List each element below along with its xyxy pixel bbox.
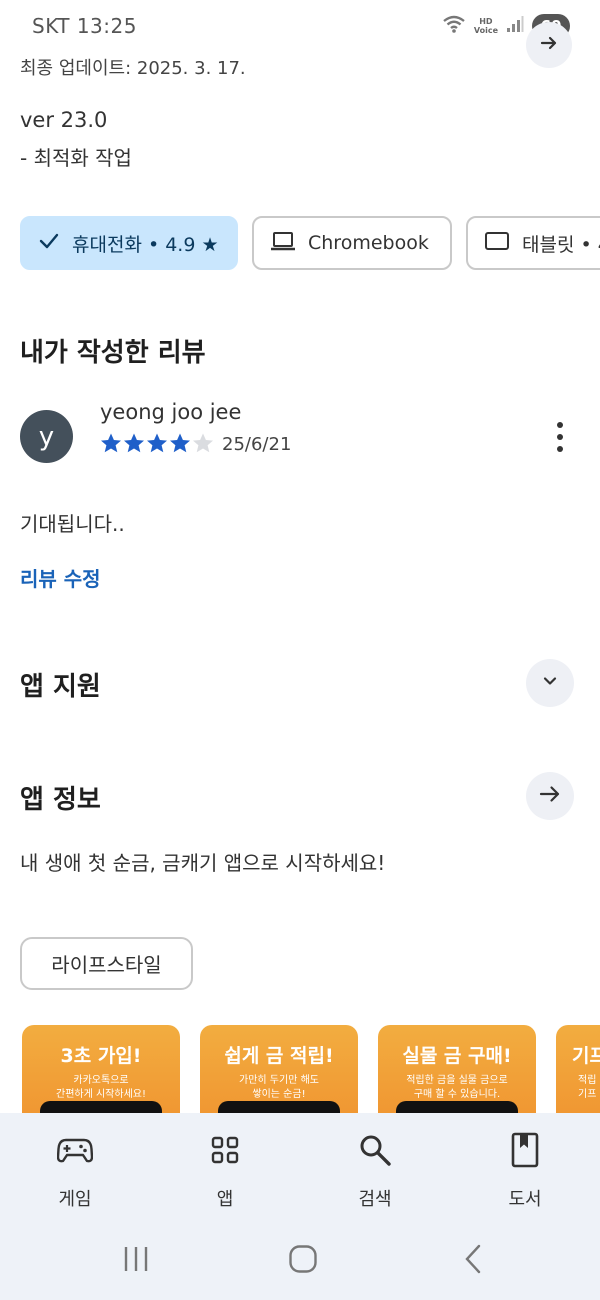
bottom-navigation: 게임 앱 검색 도서 — [0, 1113, 600, 1223]
arrow-right-icon — [538, 782, 562, 810]
screenshot-subtitle-line: 카카오톡으로 — [73, 1075, 129, 1086]
home-button[interactable] — [286, 1245, 320, 1277]
screenshot-subtitle-line: 적립 — [578, 1075, 597, 1086]
whats-new-arrow-button[interactable] — [526, 22, 572, 68]
back-button[interactable] — [458, 1244, 488, 1278]
review-text: 기대됩니다.. — [20, 512, 125, 536]
star-filled-icon — [100, 432, 122, 454]
screenshot-subtitle: 가만히 두기만 해도쌓이는 순금! — [200, 1074, 358, 1102]
screenshot-subtitle: 카카오톡으로간편하게 시작하세요! — [22, 1074, 180, 1102]
screenshot-title: 실물 금 구매! — [402, 1045, 512, 1067]
check-icon — [38, 230, 60, 257]
chip-phone-label: 휴대전화 • 4.9 ★ — [72, 233, 219, 256]
screenshot-subtitle-line: 적립한 금을 실물 금으로 — [406, 1075, 508, 1086]
more-options-button[interactable] — [548, 420, 572, 454]
hd-label-bottom: Voice — [473, 26, 498, 35]
reviewer-name: yeong joo jee — [100, 400, 242, 424]
screenshot-subtitle-line: 쌓이는 순금! — [252, 1089, 306, 1100]
wifi-icon — [442, 14, 466, 38]
hd-voice-icon: HD Voice — [474, 17, 498, 35]
nav-label-apps: 앱 — [216, 1189, 234, 1210]
screenshot-card[interactable]: 쉽게 금 적립! 가만히 두기만 해도쌓이는 순금! — [200, 1025, 358, 1113]
screenshot-subtitle-line: 가만히 두기만 해도 — [239, 1075, 319, 1086]
category-chip[interactable]: 라이프스타일 — [20, 937, 193, 990]
star-rating — [100, 432, 214, 454]
nav-item-search[interactable]: 검색 — [325, 1129, 425, 1211]
app-support-title: 앱 지원 — [20, 672, 101, 702]
star-filled-icon — [169, 432, 191, 454]
screenshot-subtitle: 적립기프 — [556, 1074, 600, 1102]
status-carrier-time: SKT 13:25 — [32, 14, 137, 38]
search-icon — [325, 1129, 425, 1171]
edit-review-link[interactable]: 리뷰 수정 — [20, 563, 101, 592]
device-filter-chips: 휴대전화 • 4.9 ★ Chromebook 태블릿 • 4 — [20, 216, 600, 270]
screenshot-card[interactable]: 3초 가입! 카카오톡으로간편하게 시작하세요! — [22, 1025, 180, 1113]
gamepad-icon — [25, 1129, 125, 1171]
recent-apps-button[interactable] — [120, 1245, 152, 1277]
home-icon — [288, 1244, 318, 1278]
back-icon — [461, 1244, 485, 1278]
chevron-down-icon — [540, 671, 560, 695]
app-info-title: 앱 정보 — [20, 785, 101, 815]
app-description: 내 생애 첫 순금, 금캐기 앱으로 시작하세요! — [20, 851, 386, 875]
my-review-title: 내가 작성한 리뷰 — [20, 338, 206, 368]
more-dot-icon — [557, 446, 563, 452]
screenshot-subtitle: 적립한 금을 실물 금으로구매 할 수 있습니다. — [378, 1074, 536, 1102]
signal-icon — [506, 15, 524, 37]
last-updated-date: 최종 업데이트: 2025. 3. 17. — [20, 58, 246, 79]
status-bar: SKT 13:25 HDVoice 60 — [0, 0, 600, 52]
screenshot-subtitle-line: 기프 — [578, 1089, 597, 1100]
star-empty-icon — [192, 432, 214, 454]
review-date: 25/6/21 — [222, 434, 292, 455]
chip-phone[interactable]: 휴대전화 • 4.9 ★ — [20, 216, 238, 270]
book-icon — [475, 1129, 575, 1171]
screenshot-subtitle-line: 간편하게 시작하세요! — [56, 1089, 146, 1100]
nav-label-games: 게임 — [58, 1189, 92, 1210]
app-info-arrow-button[interactable] — [526, 772, 574, 820]
chip-tablet-label: 태블릿 • 4 — [522, 233, 600, 256]
screenshot-card[interactable]: 실물 금 구매! 적립한 금을 실물 금으로구매 할 수 있습니다. — [378, 1025, 536, 1113]
version-note: - 최적화 작업 — [20, 146, 132, 170]
arrow-right-icon — [539, 33, 559, 57]
screenshot-title: 쉽게 금 적립! — [224, 1045, 334, 1067]
version-text: ver 23.0 — [20, 108, 108, 132]
phone-mockup — [40, 1101, 162, 1113]
screenshot-subtitle-line: 구매 할 수 있습니다. — [413, 1089, 501, 1100]
nav-item-books[interactable]: 도서 — [475, 1129, 575, 1211]
screenshot-title: 기프 — [572, 1045, 600, 1067]
nav-item-apps[interactable]: 앱 — [175, 1129, 275, 1211]
screenshot-title: 3초 가입! — [60, 1045, 142, 1067]
nav-label-search: 검색 — [358, 1189, 392, 1210]
chip-chromebook-label: Chromebook — [308, 232, 429, 254]
screenshot-card[interactable]: 기프 적립 기프 — [556, 1025, 600, 1113]
nav-item-games[interactable]: 게임 — [25, 1129, 125, 1211]
system-navigation-bar — [0, 1223, 600, 1300]
tablet-icon — [484, 230, 510, 257]
more-dot-icon — [557, 434, 563, 440]
apps-grid-icon — [175, 1129, 275, 1171]
laptop-icon — [270, 230, 296, 257]
star-filled-icon — [146, 432, 168, 454]
avatar: y — [20, 410, 73, 463]
phone-mockup — [218, 1101, 340, 1113]
recent-apps-icon — [121, 1245, 151, 1277]
star-filled-icon — [123, 432, 145, 454]
chip-chromebook[interactable]: Chromebook — [252, 216, 452, 270]
more-dot-icon — [557, 422, 563, 428]
phone-mockup — [396, 1101, 518, 1113]
chip-tablet[interactable]: 태블릿 • 4 — [466, 216, 600, 270]
nav-label-books: 도서 — [508, 1189, 542, 1210]
screenshot-carousel[interactable]: 3초 가입! 카카오톡으로간편하게 시작하세요! 쉽게 금 적립! 가만히 두기… — [22, 1025, 600, 1113]
hd-label-top: HD — [479, 17, 493, 26]
app-support-expand-button[interactable] — [526, 659, 574, 707]
